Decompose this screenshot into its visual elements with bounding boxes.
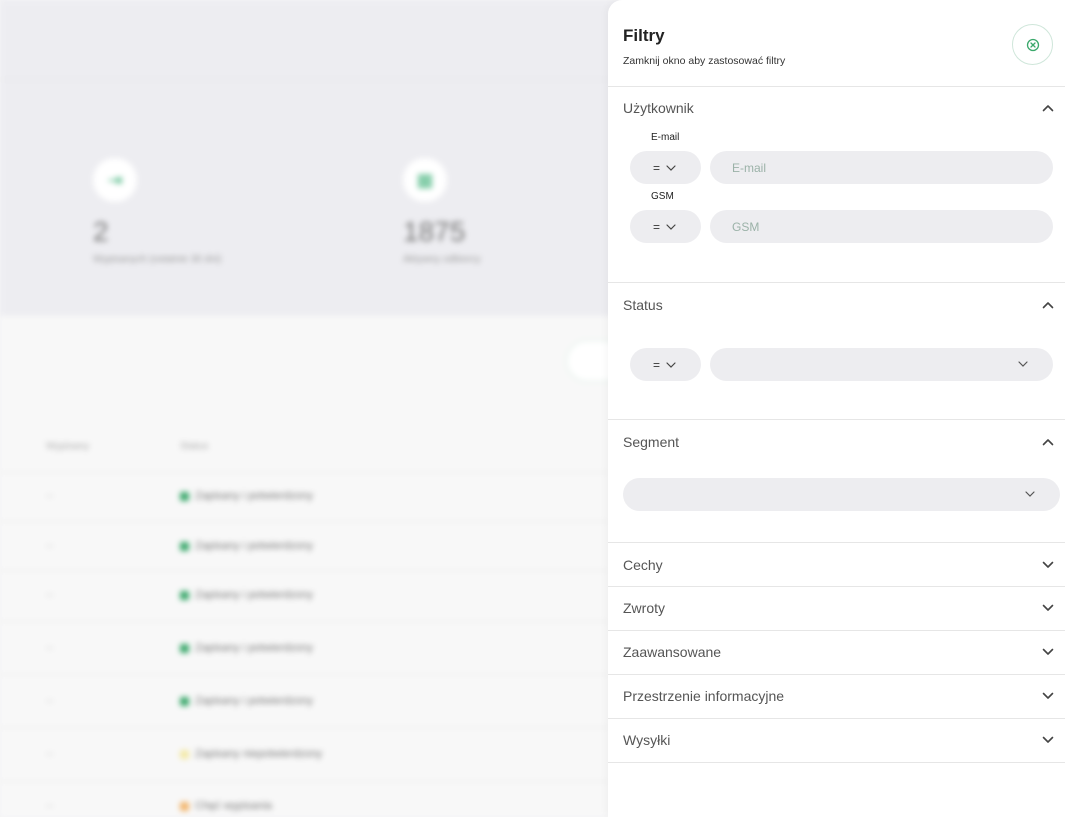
- status-text: Zapisany i potwierdzony: [195, 540, 314, 552]
- chevron-down-icon[interactable]: [1041, 558, 1055, 572]
- section-zaawansowane[interactable]: Zaawansowane: [608, 631, 1065, 675]
- status-text: Zapisany i potwierdzony: [195, 642, 314, 654]
- table-cell: --: [46, 642, 54, 654]
- row-divider: [0, 472, 608, 473]
- chevron-down-icon[interactable]: [1041, 733, 1055, 747]
- stat-card: ▦ 1875 Aktywny odbiorcy: [403, 158, 481, 265]
- status-text: Zapisany i potwierdzony: [195, 490, 314, 502]
- table-cell: --: [46, 748, 54, 760]
- status-text: Chęć wypisania: [195, 800, 273, 812]
- chevron-down-icon: [1023, 487, 1037, 501]
- section-title[interactable]: Wysyłki: [623, 732, 670, 748]
- section-uzytkownik: Użytkownik E-mail = GSM =: [608, 87, 1065, 283]
- stat-label: Wypisanych (ostatnie 30 dni): [93, 254, 222, 265]
- section-status: Status =: [608, 283, 1065, 420]
- stat-value: 2: [93, 216, 109, 247]
- section-wysylki[interactable]: Wysyłki: [608, 719, 1065, 763]
- email-label: E-mail: [651, 132, 680, 143]
- status-dot: [180, 643, 189, 653]
- status-dot: [180, 801, 189, 811]
- section-przestrzenie[interactable]: Przestrzenie informacyjne: [608, 675, 1065, 719]
- row-divider: [0, 674, 608, 675]
- chevron-down-icon[interactable]: [1041, 601, 1055, 615]
- chevron-up-icon[interactable]: [1041, 298, 1055, 312]
- status-select[interactable]: [710, 348, 1053, 381]
- row-divider: [0, 727, 608, 728]
- chevron-down-icon: [666, 223, 676, 230]
- status-dot: [180, 491, 189, 501]
- email-operator-select[interactable]: =: [630, 151, 701, 184]
- chevron-down-icon: [666, 361, 676, 368]
- operator-value: =: [653, 219, 661, 234]
- section-cechy[interactable]: Cechy: [608, 543, 1065, 587]
- status-dot: [180, 749, 189, 759]
- chevron-down-icon: [1016, 357, 1030, 371]
- close-circle-icon: [1026, 38, 1039, 51]
- section-title[interactable]: Status: [623, 297, 663, 313]
- filters-panel: Filtry Zamknij okno aby zastosować filtr…: [608, 0, 1065, 817]
- status-dot: [180, 696, 189, 706]
- gsm-label: GSM: [651, 191, 674, 202]
- row-divider: [0, 621, 608, 622]
- status-cell: Zapisany i potwierdzony: [180, 642, 313, 654]
- operator-value: =: [653, 160, 661, 175]
- status-text: Zapisany niepotwierdzony: [195, 748, 323, 760]
- status-cell: Zapisany i potwierdzony: [180, 589, 313, 601]
- table-cell: --: [46, 540, 54, 552]
- status-cell: Zapisany i potwierdzony: [180, 540, 313, 552]
- row-divider: [0, 781, 608, 782]
- section-title[interactable]: Użytkownik: [623, 100, 694, 116]
- table-cell: --: [46, 589, 54, 601]
- status-cell: Chęć wypisania: [180, 800, 272, 812]
- stat-label: Aktywny odbiorcy: [403, 254, 481, 265]
- row-divider: [0, 570, 608, 571]
- panel-title: Filtry: [623, 26, 665, 45]
- row-divider: [0, 521, 608, 522]
- chevron-down-icon[interactable]: [1041, 645, 1055, 659]
- table-cell: --: [46, 695, 54, 707]
- table-cell: --: [46, 800, 54, 812]
- segment-select[interactable]: [623, 478, 1060, 511]
- stat-card: ⇥ 2 Wypisanych (ostatnie 30 dni): [93, 158, 221, 265]
- chevron-down-icon: [666, 164, 676, 171]
- chevron-up-icon[interactable]: [1041, 101, 1055, 115]
- section-title[interactable]: Zwroty: [623, 600, 665, 616]
- gsm-input[interactable]: [710, 210, 1053, 243]
- grid-icon: ▦: [403, 158, 447, 202]
- section-segment: Segment: [608, 420, 1065, 543]
- email-input[interactable]: [710, 151, 1053, 184]
- panel-subtitle: Zamknij okno aby zastosować filtry: [623, 55, 786, 67]
- section-title[interactable]: Przestrzenie informacyjne: [623, 688, 784, 704]
- table-header-cell: Status: [180, 441, 209, 452]
- chevron-up-icon[interactable]: [1041, 435, 1055, 449]
- table-header-cell: Wypisany: [46, 441, 90, 452]
- table-cell: --: [46, 490, 54, 502]
- close-button[interactable]: [1012, 24, 1053, 65]
- status-dot: [180, 590, 189, 600]
- section-zwroty[interactable]: Zwroty: [608, 587, 1065, 631]
- status-cell: Zapisany i potwierdzony: [180, 695, 313, 707]
- stat-value: 1875: [403, 216, 466, 247]
- section-title[interactable]: Segment: [623, 434, 679, 450]
- status-text: Zapisany i potwierdzony: [195, 695, 314, 707]
- status-operator-select[interactable]: =: [630, 348, 701, 381]
- chevron-down-icon[interactable]: [1041, 689, 1055, 703]
- exit-icon: ⇥: [93, 158, 137, 202]
- status-cell: Zapisany niepotwierdzony: [180, 748, 322, 760]
- status-cell: Zapisany i potwierdzony: [180, 490, 313, 502]
- operator-value: =: [653, 357, 661, 372]
- section-title[interactable]: Zaawansowane: [623, 644, 721, 660]
- gsm-operator-select[interactable]: =: [630, 210, 701, 243]
- panel-header: Filtry Zamknij okno aby zastosować filtr…: [608, 0, 1065, 87]
- status-text: Zapisany i potwierdzony: [195, 589, 314, 601]
- section-title[interactable]: Cechy: [623, 557, 663, 573]
- status-dot: [180, 541, 189, 551]
